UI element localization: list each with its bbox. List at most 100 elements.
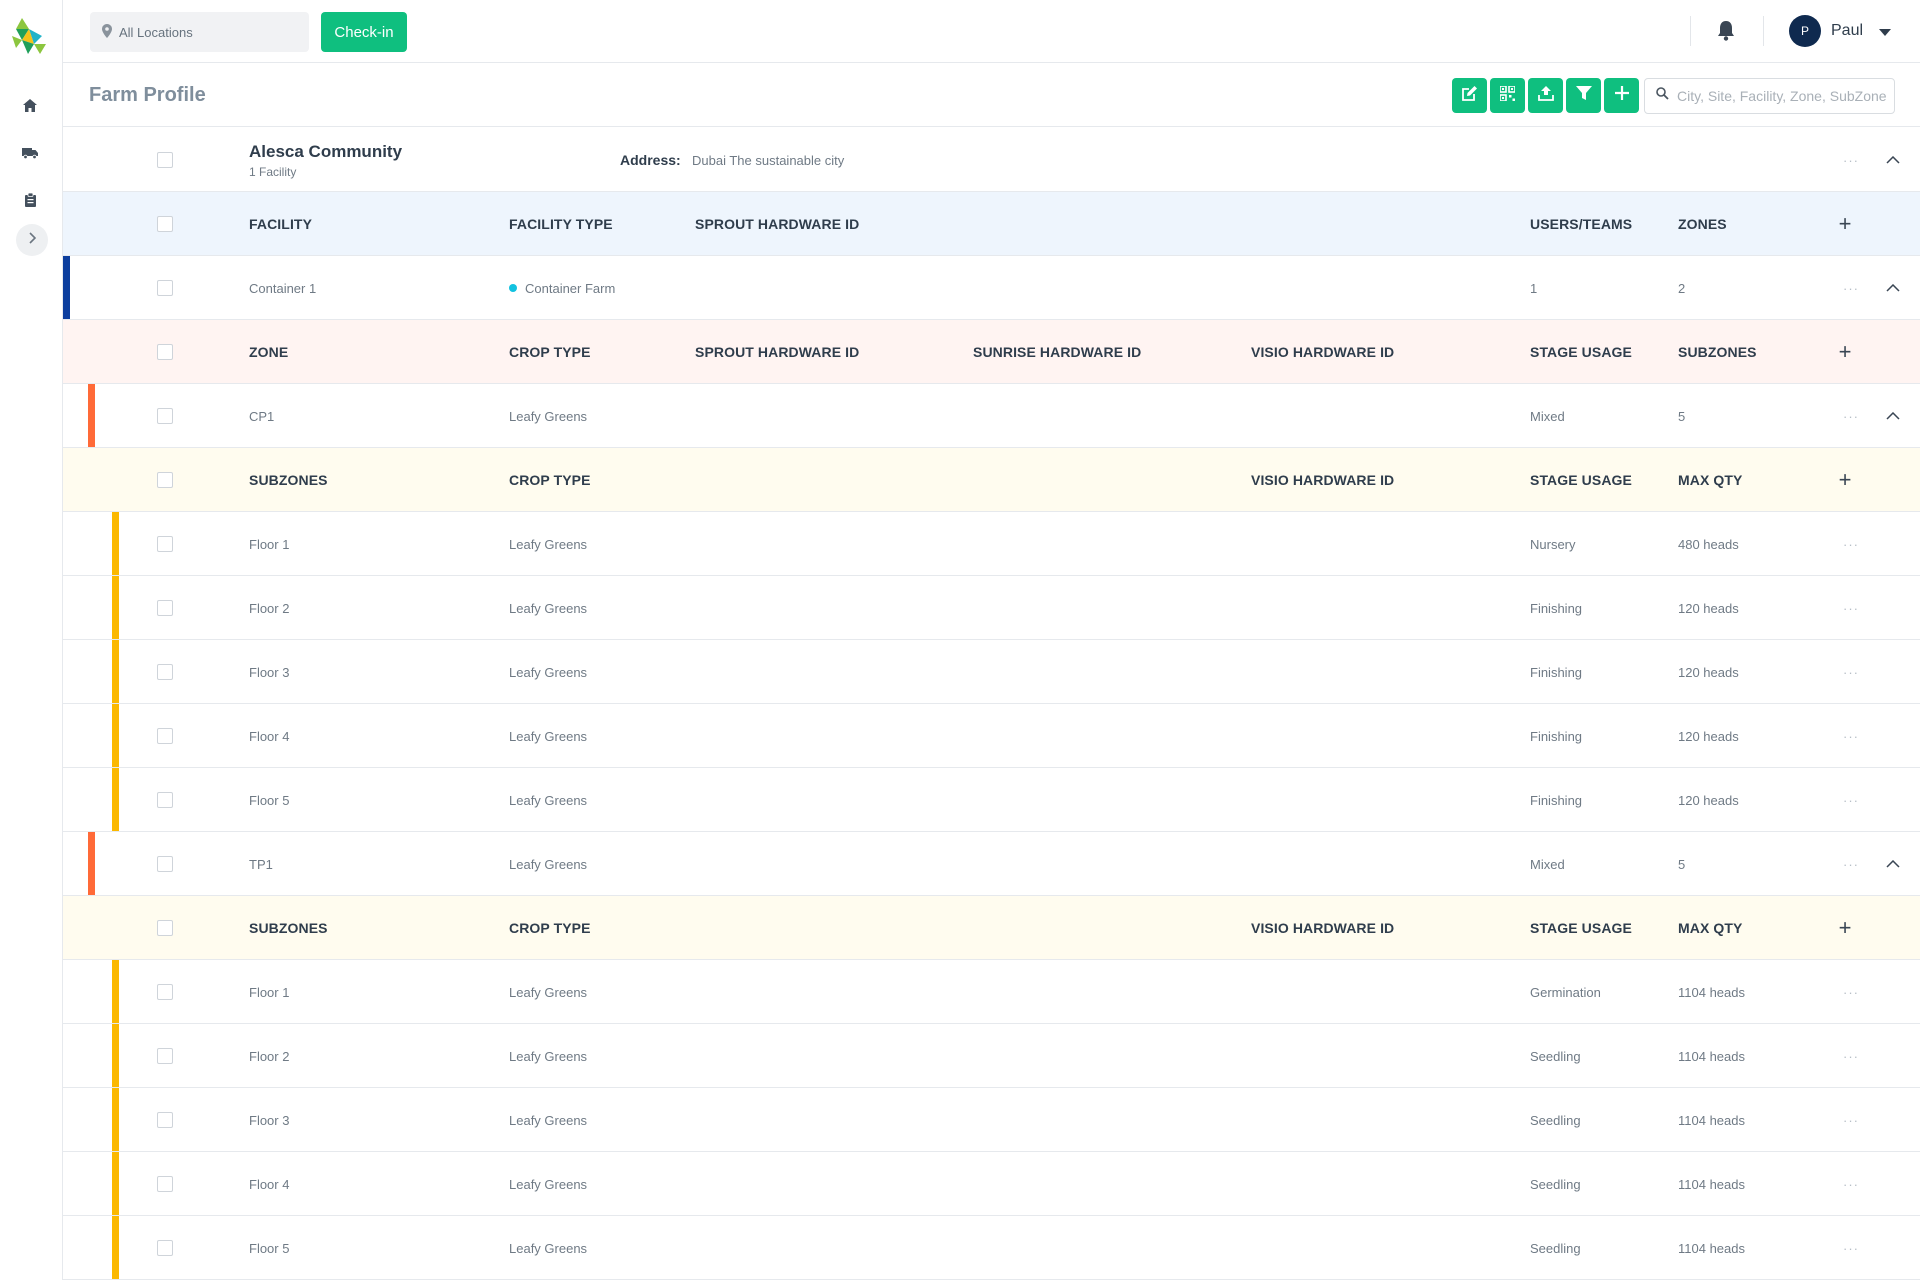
col-stage-usage[interactable]: STAGE USAGE (1530, 896, 1632, 960)
upload-button[interactable] (1528, 78, 1563, 113)
subzone-row[interactable]: Floor 2 Leafy Greens Seedling 1104 heads… (63, 1024, 1920, 1088)
zone-select-all-checkbox[interactable] (157, 344, 173, 360)
col-visio-hardware-id[interactable]: VISIO HARDWARE ID (1251, 320, 1394, 384)
facility-checkbox[interactable] (157, 280, 173, 296)
subzone-checkbox[interactable] (157, 1048, 173, 1064)
facility-row[interactable]: Container 1 Container Farm 1 2 ··· (63, 256, 1920, 320)
more-options-icon[interactable]: ··· (1841, 1152, 1861, 1216)
subzone-checkbox[interactable] (157, 600, 173, 616)
col-visio-hardware-id[interactable]: VISIO HARDWARE ID (1251, 448, 1394, 512)
subzone-row[interactable]: Floor 1 Leafy Greens Germination 1104 he… (63, 960, 1920, 1024)
zone-crop-type: Leafy Greens (509, 408, 588, 424)
col-sprout-hardware-id[interactable]: SPROUT HARDWARE ID (695, 192, 859, 256)
search-input[interactable] (1677, 88, 1887, 104)
add-subzone-plus-icon[interactable]: + (1833, 448, 1857, 512)
truck-icon[interactable] (20, 143, 40, 163)
clipboard-icon[interactable] (20, 190, 40, 210)
subzone-checkbox[interactable] (157, 536, 173, 552)
subzone-stage-usage: Finishing (1530, 664, 1583, 680)
subzone-select-all-checkbox[interactable] (157, 920, 173, 936)
col-subzones[interactable]: SUBZONES (249, 896, 328, 960)
add-subzone-plus-icon[interactable]: + (1833, 896, 1857, 960)
subzone-select-all-checkbox[interactable] (157, 472, 173, 488)
col-max-qty[interactable]: MAX QTY (1678, 448, 1742, 512)
zone-checkbox[interactable] (157, 408, 173, 424)
subzone-row[interactable]: Floor 3 Leafy Greens Seedling 1104 heads… (63, 1088, 1920, 1152)
home-icon[interactable] (20, 95, 40, 115)
more-options-icon[interactable]: ··· (1841, 384, 1861, 448)
col-facility[interactable]: FACILITY (249, 192, 312, 256)
col-crop-type[interactable]: CROP TYPE (509, 896, 591, 960)
edit-button[interactable] (1452, 78, 1487, 113)
search-box[interactable] (1644, 78, 1895, 114)
more-options-icon[interactable]: ··· (1841, 832, 1861, 896)
subzone-checkbox[interactable] (157, 1112, 173, 1128)
zone-row[interactable]: CP1 Leafy Greens Mixed 5 ··· (63, 384, 1920, 448)
subzone-row[interactable]: Floor 4 Leafy Greens Finishing 120 heads… (63, 704, 1920, 768)
col-facility-type[interactable]: FACILITY TYPE (509, 192, 613, 256)
more-options-icon[interactable]: ··· (1841, 512, 1861, 576)
notifications-bell-icon[interactable] (1716, 19, 1740, 43)
col-sprout-hardware-id[interactable]: SPROUT HARDWARE ID (695, 320, 859, 384)
user-menu[interactable]: P Paul (1789, 15, 1892, 47)
col-stage-usage[interactable]: STAGE USAGE (1530, 320, 1632, 384)
chevron-up-icon[interactable] (1883, 128, 1903, 192)
zone-checkbox[interactable] (157, 856, 173, 872)
col-crop-type[interactable]: CROP TYPE (509, 320, 591, 384)
col-sunrise-hardware-id[interactable]: SUNRISE HARDWARE ID (973, 320, 1141, 384)
more-options-icon[interactable]: ··· (1841, 1216, 1861, 1280)
qr-code-button[interactable] (1490, 78, 1525, 113)
col-stage-usage[interactable]: STAGE USAGE (1530, 448, 1632, 512)
chevron-up-icon[interactable] (1883, 256, 1903, 320)
more-options-icon[interactable]: ··· (1841, 576, 1861, 640)
chevron-up-icon[interactable] (1883, 832, 1903, 896)
zone-row[interactable]: TP1 Leafy Greens Mixed 5 ··· (63, 832, 1920, 896)
site-row[interactable]: Alesca Community 1 Facility Address: Dub… (63, 128, 1920, 192)
subzone-checkbox[interactable] (157, 792, 173, 808)
more-options-icon[interactable]: ··· (1841, 768, 1861, 832)
status-dot (509, 284, 517, 292)
more-options-icon[interactable]: ··· (1841, 960, 1861, 1024)
more-options-icon[interactable]: ··· (1841, 1024, 1861, 1088)
more-options-icon[interactable]: ··· (1841, 1088, 1861, 1152)
check-in-button[interactable]: Check-in (321, 12, 407, 52)
subzone-crop-type: Leafy Greens (509, 1176, 588, 1192)
col-subzones[interactable]: SUBZONES (249, 448, 328, 512)
expand-sidebar-button[interactable] (16, 224, 48, 256)
add-zone-plus-icon[interactable]: + (1833, 320, 1857, 384)
more-options-icon[interactable]: ··· (1841, 704, 1861, 768)
address-label: Address: (620, 152, 681, 168)
subzone-max-qty: 1104 heads (1678, 1240, 1745, 1256)
facility-select-all-checkbox[interactable] (157, 216, 173, 232)
more-options-icon[interactable]: ··· (1841, 128, 1861, 192)
subzone-row[interactable]: Floor 3 Leafy Greens Finishing 120 heads… (63, 640, 1920, 704)
more-options-icon[interactable]: ··· (1841, 640, 1861, 704)
edit-icon (1461, 85, 1478, 107)
col-crop-type[interactable]: CROP TYPE (509, 448, 591, 512)
subzone-row[interactable]: Floor 5 Leafy Greens Seedling 1104 heads… (63, 1216, 1920, 1280)
subzone-row[interactable]: Floor 4 Leafy Greens Seedling 1104 heads… (63, 1152, 1920, 1216)
subzone-row[interactable]: Floor 5 Leafy Greens Finishing 120 heads… (63, 768, 1920, 832)
subzone-checkbox[interactable] (157, 1176, 173, 1192)
col-subzones[interactable]: SUBZONES (1678, 320, 1757, 384)
zone-subzone-count: 5 (1678, 856, 1686, 872)
subzone-row[interactable]: Floor 2 Leafy Greens Finishing 120 heads… (63, 576, 1920, 640)
add-facility-plus-icon[interactable]: + (1833, 192, 1857, 256)
app-logo[interactable] (8, 14, 50, 56)
col-zones[interactable]: ZONES (1678, 192, 1727, 256)
subzone-checkbox[interactable] (157, 664, 173, 680)
col-visio-hardware-id[interactable]: VISIO HARDWARE ID (1251, 896, 1394, 960)
subzone-checkbox[interactable] (157, 1240, 173, 1256)
subzone-checkbox[interactable] (157, 728, 173, 744)
filter-button[interactable] (1566, 78, 1601, 113)
chevron-up-icon[interactable] (1883, 384, 1903, 448)
site-checkbox[interactable] (157, 152, 173, 168)
col-zone[interactable]: ZONE (249, 320, 288, 384)
col-users-teams[interactable]: USERS/TEAMS (1530, 192, 1632, 256)
subzone-checkbox[interactable] (157, 984, 173, 1000)
location-selector[interactable]: All Locations (90, 12, 309, 52)
subzone-row[interactable]: Floor 1 Leafy Greens Nursery 480 heads ·… (63, 512, 1920, 576)
more-options-icon[interactable]: ··· (1841, 256, 1861, 320)
add-button[interactable] (1604, 78, 1639, 113)
col-max-qty[interactable]: MAX QTY (1678, 896, 1742, 960)
